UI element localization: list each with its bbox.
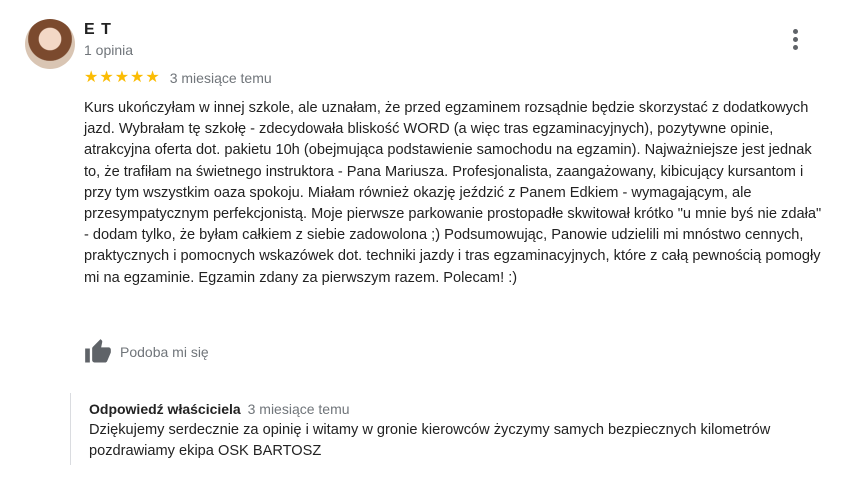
star-icon: ★ [84,69,99,86]
thumbs-up-icon [85,339,111,363]
reviewer-name[interactable]: E T [84,21,112,39]
star-rating: ★ ★ ★ ★ ★ [84,69,160,87]
owner-reply-text: Dziękujemy serdecznie za opinię i witamy… [89,422,771,459]
rating-row: ★ ★ ★ ★ ★ 3 miesiące temu [84,69,272,87]
more-options-button[interactable] [782,25,808,53]
review-count: 1 opinia [84,42,134,58]
review-text: Kurs ukończyłam w innej szkole, ale uzna… [84,100,822,286]
owner-reply-title: Odpowiedź właściciela [89,401,241,417]
more-vert-icon-dot [792,44,798,50]
star-icon: ★ [145,69,160,86]
more-vert-icon-dot [792,36,798,42]
more-vert-icon [792,28,798,34]
owner-reply-date: 3 miesiące temu [247,401,350,417]
review-date: 3 miesiące temu [169,70,272,86]
owner-reply: Odpowiedź właściciela 3 miesiące temu Dz… [70,393,790,465]
like-label: Podoba mi się [120,344,209,360]
star-icon: ★ [99,69,114,86]
avatar[interactable] [25,19,75,69]
star-icon: ★ [130,69,145,86]
owner-reply-header: Odpowiedź właściciela 3 miesiące temu [89,400,790,418]
like-button[interactable]: Podoba mi się [84,338,209,366]
star-icon: ★ [114,69,130,86]
